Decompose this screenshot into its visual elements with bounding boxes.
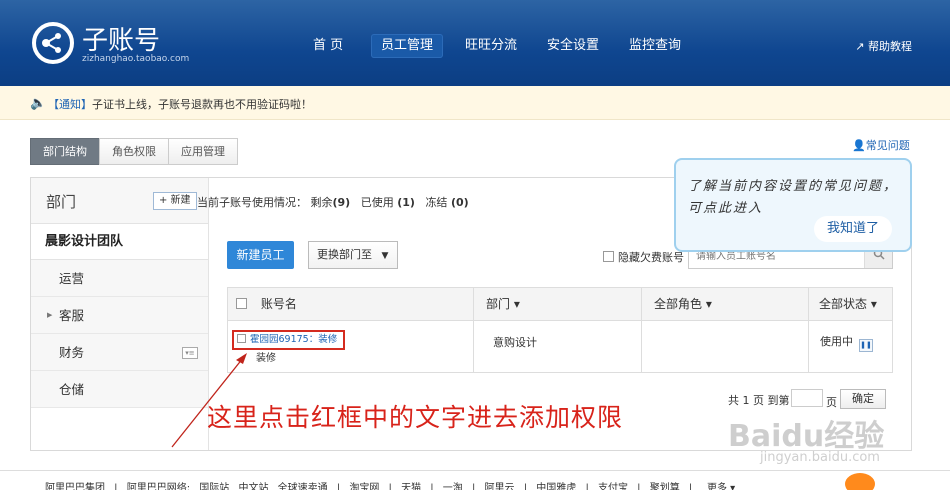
col-divider — [473, 288, 474, 372]
account-usage: 当前子账号使用情况： 剩余(9) 已使用 (1) 冻结 (0) — [197, 194, 469, 210]
notice-text: 【通知】子证书上线，子账号退款再也不用验证码啦！ — [48, 96, 312, 112]
pager-confirm-button[interactable]: 确定 — [840, 389, 886, 409]
account-name: 霍园园69175：装修 — [250, 334, 338, 345]
logo-title[interactable]: 子账号 — [82, 20, 160, 57]
tooltip-dismiss-button[interactable]: 我知道了 — [814, 216, 892, 242]
footer-more-label: 更多 — [707, 483, 727, 490]
sidebar-item-finance[interactable]: 财务 ▾≡ — [31, 334, 208, 371]
tab-role-permissions[interactable]: 角色权限 — [99, 138, 169, 165]
notice-tag[interactable]: 【通知】 — [48, 98, 92, 111]
footer-links[interactable]: 阿里巴巴集团 | 阿里巴巴网络: 国际站 中文站 全球速卖通 | 淘宝网 | 天… — [45, 479, 692, 490]
account-subname: 装修 — [256, 353, 276, 364]
header-bar: 子账号 zizhanghao.taobao.com 首 页 员工管理 旺旺分流 … — [0, 0, 950, 86]
select-all-checkbox[interactable] — [236, 298, 247, 309]
pager-unit: 页 — [826, 396, 837, 409]
sidebar-item-label: 仓储 — [59, 382, 85, 397]
expand-arrow-icon[interactable]: ▶ — [47, 297, 52, 334]
mascot-icon — [845, 473, 875, 490]
hide-owed-toggle[interactable]: 隐藏欠费账号 — [603, 249, 684, 265]
sidebar-item-operations[interactable]: 运营 — [31, 260, 208, 297]
remaining-label: 剩余 — [310, 196, 333, 209]
tab-bar: 部门结构 角色权限 应用管理 — [30, 138, 238, 165]
hide-owed-label: 隐藏欠费账号 — [618, 251, 684, 264]
team-name[interactable]: 晨影设计团队 — [31, 224, 208, 260]
caret-down-icon: ▼ — [381, 251, 389, 261]
col-divider — [808, 288, 809, 372]
frozen-count: (0) — [450, 196, 469, 209]
pause-icon[interactable]: ❚❚ — [859, 339, 873, 352]
frozen-label: 冻结 — [425, 196, 448, 209]
sidebar-item-label: 运营 — [59, 271, 85, 286]
move-dept-dropdown[interactable]: 更换部门至 ▼ — [308, 241, 398, 269]
sidebar-title: 部门 — [46, 193, 77, 211]
row-dept: 意购设计 — [493, 336, 537, 349]
col-dept-filter[interactable]: 部门 ▾ — [474, 288, 641, 321]
sidebar-item-warehouse[interactable]: 仓储 — [31, 371, 208, 408]
nav-security-settings[interactable]: 安全设置 — [537, 34, 609, 58]
footer-more[interactable]: 更多 ▾ — [707, 479, 735, 490]
col-role-filter[interactable]: 全部角色 ▾ — [642, 288, 808, 321]
row-status: 使用中 ❚❚ — [820, 333, 873, 352]
new-employee-button[interactable]: 新建员工 — [227, 241, 294, 269]
instruction-annotation: 这里点击红框中的文字进去添加权限 — [207, 403, 624, 432]
col-status-filter[interactable]: 全部状态 ▾ — [809, 288, 892, 321]
move-dept-label: 更换部门至 — [317, 248, 372, 261]
row-checkbox[interactable] — [237, 334, 246, 343]
help-link[interactable]: ↗ 帮助教程 — [855, 38, 912, 54]
speaker-icon: 🔈 — [30, 96, 47, 111]
share-logo-icon[interactable] — [32, 22, 74, 64]
help-tooltip: 了解当前内容设置的常见问题，可点此进入 我知道了 — [674, 158, 912, 252]
hide-owed-checkbox[interactable] — [603, 251, 614, 262]
watermark-url: jingyan.baidu.com — [760, 450, 880, 465]
footer-bar: 阿里巴巴集团 | 阿里巴巴网络: 国际站 中文站 全球速卖通 | 淘宝网 | 天… — [0, 470, 950, 490]
dept-menu-icon[interactable]: ▾≡ — [182, 347, 198, 359]
watermark-brand: Baidu经验 — [728, 419, 885, 454]
page: 子账号 zizhanghao.taobao.com 首 页 员工管理 旺旺分流 … — [0, 0, 950, 490]
employee-table: 账号名 部门 ▾ 全部角色 ▾ 全部状态 ▾ 霍园园69175：装修 装修 意购… — [227, 287, 893, 373]
usage-label: 当前子账号使用情况： — [197, 196, 307, 209]
faq-link[interactable]: 👤常见问题 — [852, 137, 910, 153]
caret-down-icon: ▾ — [727, 483, 736, 490]
tab-dept-structure[interactable]: 部门结构 — [30, 138, 100, 165]
notice-bar: 🔈 【通知】子证书上线，子账号退款再也不用验证码啦！ — [0, 86, 950, 120]
faq-label: 常见问题 — [865, 139, 910, 152]
nav-monitor-query[interactable]: 监控查询 — [619, 34, 691, 58]
user-question-icon: 👤 — [852, 139, 866, 152]
help-label: 帮助教程 — [868, 40, 912, 53]
new-dept-button[interactable]: + 新建 — [153, 192, 197, 210]
nav-home[interactable]: 首 页 — [303, 34, 353, 58]
notice-message: 子证书上线，子账号退款再也不用验证码啦！ — [92, 98, 312, 111]
sidebar-item-label: 客服 — [59, 308, 85, 323]
account-name-link[interactable]: 霍园园69175：装修 — [232, 330, 345, 350]
nav-staff-management[interactable]: 员工管理 — [371, 34, 444, 58]
sidebar-item-customer-service[interactable]: ▶ 客服 — [31, 297, 208, 334]
status-text: 使用中 — [820, 335, 853, 348]
col-divider — [641, 288, 642, 372]
pager-total: 共 1 页 到第 — [728, 394, 790, 407]
used-count: (1) — [397, 196, 415, 209]
sidebar-header: 部门 + 新建 — [31, 178, 208, 224]
page-number-input[interactable] — [791, 389, 823, 407]
sidebar-item-label: 财务 — [59, 345, 85, 360]
tab-app-management[interactable]: 应用管理 — [168, 138, 238, 165]
nav-wangwang-routing[interactable]: 旺旺分流 — [455, 34, 527, 58]
col-account[interactable]: 账号名 — [228, 288, 473, 321]
col-account-label: 账号名 — [260, 297, 297, 311]
external-link-icon: ↗ — [855, 40, 865, 53]
used-label: 已使用 — [360, 196, 394, 209]
tooltip-text[interactable]: 了解当前内容设置的常见问题，可点此进入 — [688, 176, 908, 220]
remaining-count: (9) — [332, 196, 351, 209]
dept-sidebar: 部门 + 新建 晨影设计团队 运营 ▶ 客服 财务 ▾≡ 仓储 — [31, 178, 209, 450]
logo-domain: zizhanghao.taobao.com — [82, 54, 190, 64]
